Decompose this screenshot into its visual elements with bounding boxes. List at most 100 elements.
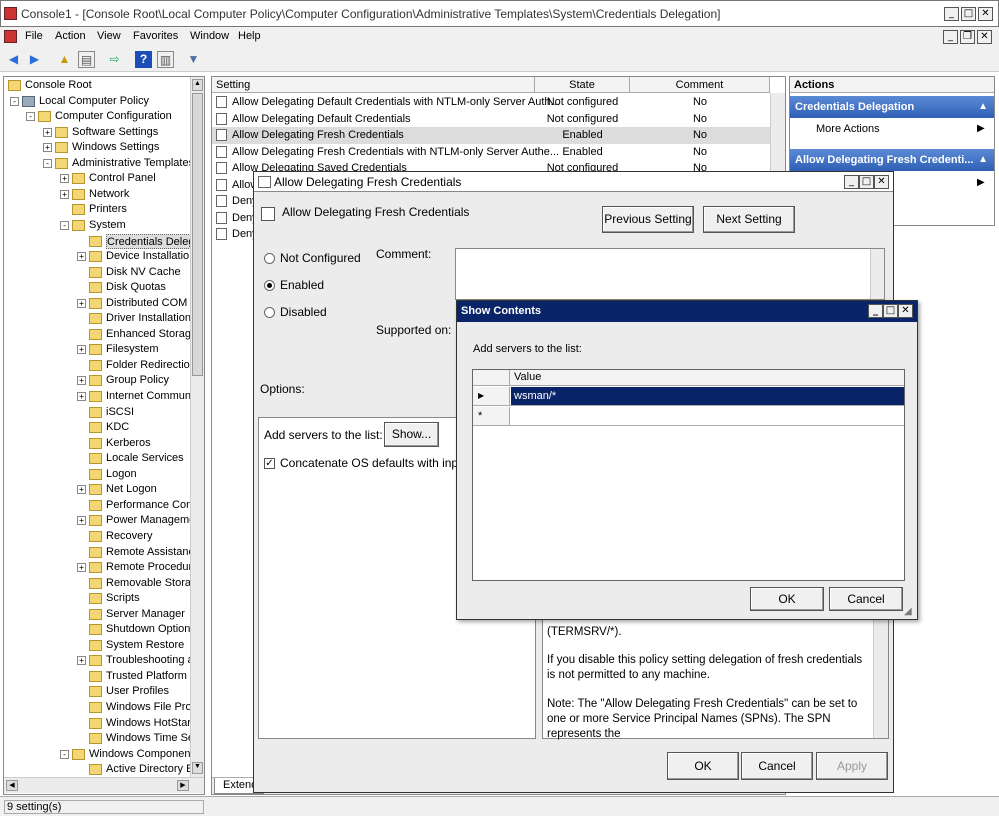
expand-toggle[interactable]: +: [43, 127, 52, 137]
child-restore-button[interactable]: ❐: [960, 30, 975, 44]
maximize-button[interactable]: □: [961, 7, 976, 21]
comment-textarea[interactable]: [455, 248, 885, 300]
concatenate-label[interactable]: Concatenate OS defaults with input a: [280, 456, 478, 470]
menu-file[interactable]: File: [25, 30, 43, 42]
tree-node[interactable]: Troubleshooting a: [106, 653, 194, 668]
menu-window[interactable]: Window: [190, 30, 229, 42]
forward-icon[interactable]: ▶: [26, 51, 43, 68]
tree-node[interactable]: Windows Component: [89, 747, 194, 762]
ok-button[interactable]: OK: [667, 752, 739, 780]
tree-node[interactable]: Remote Assistanc: [106, 545, 194, 560]
tree-node[interactable]: Enhanced Storag: [106, 327, 191, 342]
cancel-button[interactable]: Cancel: [741, 752, 813, 780]
value-cell[interactable]: wsman/*: [511, 387, 904, 405]
show-action-pane-icon[interactable]: ▥: [157, 51, 174, 68]
tree-node[interactable]: Kerberos: [106, 436, 151, 451]
child-close-button[interactable]: ✕: [977, 30, 992, 44]
comment-scrollbar[interactable]: [870, 249, 884, 299]
expand-toggle[interactable]: -: [60, 749, 69, 759]
tree-node[interactable]: Windows Settings: [72, 140, 159, 155]
expand-toggle[interactable]: +: [77, 298, 86, 308]
tree-horizontal-scrollbar[interactable]: ◀ ▶: [4, 777, 204, 793]
actions-section-credentials-delegation[interactable]: Credentials Delegation ▲: [790, 96, 994, 118]
tree-node[interactable]: Trusted Platform: [106, 669, 187, 684]
expand-toggle[interactable]: +: [43, 143, 52, 153]
expand-toggle[interactable]: -: [60, 220, 69, 230]
filter-icon[interactable]: ▼: [185, 51, 202, 68]
tree-node[interactable]: Folder Redirectio: [106, 358, 190, 373]
expand-toggle[interactable]: +: [60, 174, 69, 184]
expand-toggle[interactable]: +: [77, 392, 86, 401]
tree-vertical-scrollbar[interactable]: ▲ ▼: [190, 77, 204, 777]
previous-setting-button[interactable]: Previous Setting: [602, 206, 694, 233]
radio-disabled-label[interactable]: Disabled: [280, 305, 327, 319]
scroll-down-arrow[interactable]: ▼: [192, 762, 203, 774]
child-minimize-button[interactable]: _: [943, 30, 958, 44]
tree-node[interactable]: Control Panel: [89, 171, 156, 186]
tree-node[interactable]: Administrative Templates: [72, 156, 194, 171]
show-button[interactable]: Show...: [384, 422, 439, 447]
collapse-icon[interactable]: ▲: [978, 149, 988, 171]
export-list-icon[interactable]: ⇨: [106, 51, 123, 68]
tree-node[interactable]: Disk Quotas: [106, 280, 166, 295]
tree-node[interactable]: Performance Con: [106, 498, 192, 513]
expand-toggle[interactable]: -: [43, 158, 52, 168]
show-ok-button[interactable]: OK: [750, 587, 824, 611]
grid-row[interactable]: ▶ wsman/*: [473, 387, 904, 406]
tree-node[interactable]: Remote Procedur: [106, 560, 192, 575]
tree-node[interactable]: Net Logon: [106, 482, 157, 497]
tree-node[interactable]: Device Installatio: [106, 249, 189, 264]
more-actions-link[interactable]: More Actions: [816, 123, 880, 135]
tree-node[interactable]: Active Directory E: [106, 762, 193, 777]
column-header-value[interactable]: Value: [514, 371, 541, 383]
minimize-button[interactable]: _: [944, 7, 959, 21]
tree-node[interactable]: Printers: [89, 202, 127, 217]
tree-node[interactable]: Logon: [106, 467, 137, 482]
tree-node[interactable]: Group Policy: [106, 373, 169, 388]
expand-toggle[interactable]: +: [77, 656, 86, 666]
tree-node[interactable]: System Restore: [106, 638, 184, 653]
menu-favorites[interactable]: Favorites: [133, 30, 178, 42]
tree-node[interactable]: Server Manager: [106, 607, 185, 622]
setting-row[interactable]: Allow Delegating Default Credentials Not …: [212, 111, 785, 128]
radio-not-configured-label[interactable]: Not Configured: [280, 251, 361, 265]
expand-toggle[interactable]: +: [77, 485, 86, 495]
tree-node[interactable]: Credentials Deleg: [106, 233, 196, 249]
tree-node[interactable]: Software Settings: [72, 125, 158, 140]
tree-node[interactable]: Local Computer Policy: [39, 94, 149, 109]
close-button[interactable]: ✕: [978, 7, 993, 21]
tree-node[interactable]: Windows File Prot: [106, 700, 195, 715]
expand-toggle[interactable]: +: [60, 189, 69, 199]
radio-disabled[interactable]: [264, 307, 275, 318]
column-header-comment[interactable]: Comment: [630, 77, 770, 93]
apply-button[interactable]: Apply: [816, 752, 888, 780]
expand-toggle[interactable]: -: [26, 112, 35, 122]
scroll-thumb[interactable]: [192, 93, 203, 376]
tree-node[interactable]: iSCSI: [106, 405, 134, 420]
tree-node[interactable]: Disk NV Cache: [106, 265, 181, 280]
column-header-setting[interactable]: Setting: [212, 77, 535, 93]
expand-toggle[interactable]: +: [77, 345, 86, 355]
tree-node[interactable]: Network: [89, 187, 129, 202]
help-icon[interactable]: ?: [135, 51, 152, 68]
tree-node[interactable]: Computer Configuration: [55, 109, 172, 124]
help-scrollbar[interactable]: [873, 618, 888, 738]
show-close-button[interactable]: ✕: [898, 304, 913, 318]
expand-toggle[interactable]: +: [77, 376, 86, 386]
tree-node[interactable]: KDC: [106, 420, 129, 435]
setting-row[interactable]: Allow Delegating Default Credentials wit…: [212, 94, 785, 111]
radio-enabled[interactable]: [264, 280, 275, 291]
expand-toggle[interactable]: +: [77, 252, 86, 262]
tree-node[interactable]: Locale Services: [106, 451, 184, 466]
show-hide-tree-icon[interactable]: ▤: [78, 51, 95, 68]
menu-help[interactable]: Help: [238, 30, 261, 42]
tree-node[interactable]: Distributed COM: [106, 296, 187, 311]
tree-node[interactable]: Windows Time Se: [106, 731, 194, 746]
dialog-minimize-button[interactable]: _: [844, 175, 859, 189]
mmc-menu-icon[interactable]: [4, 30, 17, 43]
radio-enabled-label[interactable]: Enabled: [280, 278, 324, 292]
menu-action[interactable]: Action: [55, 30, 86, 42]
setting-row[interactable]: Allow Delegating Fresh Credentials Enable…: [212, 127, 785, 144]
resize-grip-icon[interactable]: ◢: [904, 606, 912, 617]
tree-node[interactable]: Shutdown Option: [106, 622, 190, 637]
